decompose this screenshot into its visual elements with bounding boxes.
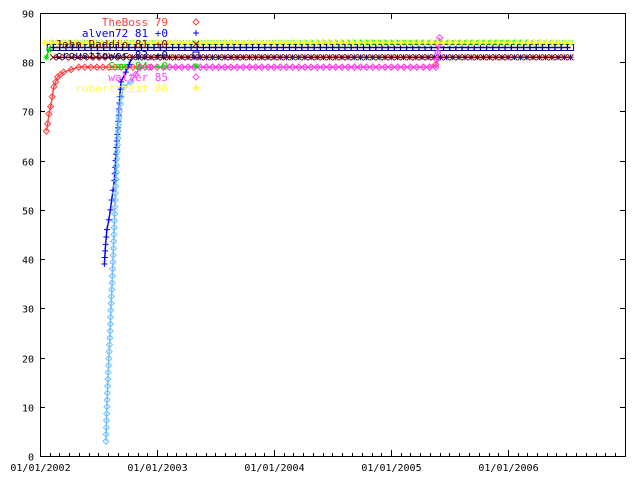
x-tick-label: 01/01/2002 bbox=[10, 463, 70, 474]
data-point bbox=[105, 216, 112, 223]
y-tick-label: 30 bbox=[22, 305, 34, 316]
x-tick-label: 01/01/2004 bbox=[244, 463, 304, 474]
legend-marker bbox=[193, 30, 199, 36]
data-point bbox=[103, 233, 110, 240]
data-point bbox=[103, 226, 110, 233]
y-tick-label: 40 bbox=[22, 256, 34, 267]
series bbox=[42, 60, 440, 135]
chart: 0 10 20 30 40 50 60 70 80 90 01/01/2002 01/01/2003… bbox=[10, 10, 626, 474]
data-point bbox=[101, 254, 108, 261]
y-tick-label: 0 bbox=[28, 453, 34, 464]
legend-label: robertrzeit 86 bbox=[75, 82, 168, 95]
y-tick-label: 70 bbox=[22, 108, 34, 119]
data-point bbox=[43, 54, 50, 61]
legend-marker bbox=[191, 83, 201, 93]
y-tick-label: 50 bbox=[22, 207, 34, 218]
y-tick-label: 80 bbox=[22, 59, 34, 70]
data-point bbox=[102, 247, 109, 254]
x-tick-label: 01/01/2005 bbox=[361, 463, 421, 474]
series-line bbox=[45, 64, 437, 132]
y-tick-label: 90 bbox=[22, 10, 34, 21]
x-tick-label: 01/01/2006 bbox=[478, 463, 538, 474]
data-point bbox=[101, 261, 108, 268]
data-point bbox=[102, 241, 109, 248]
legend-marker bbox=[192, 73, 200, 81]
series bbox=[101, 54, 574, 268]
series-line bbox=[103, 56, 571, 265]
y-tick-label: 60 bbox=[22, 158, 34, 169]
y-tick-label: 10 bbox=[22, 404, 34, 415]
series-layer bbox=[40, 33, 575, 445]
x-tick-label: 01/01/2003 bbox=[127, 463, 187, 474]
legend-marker bbox=[192, 18, 200, 26]
y-tick-label: 20 bbox=[22, 355, 34, 366]
series bbox=[102, 78, 135, 445]
